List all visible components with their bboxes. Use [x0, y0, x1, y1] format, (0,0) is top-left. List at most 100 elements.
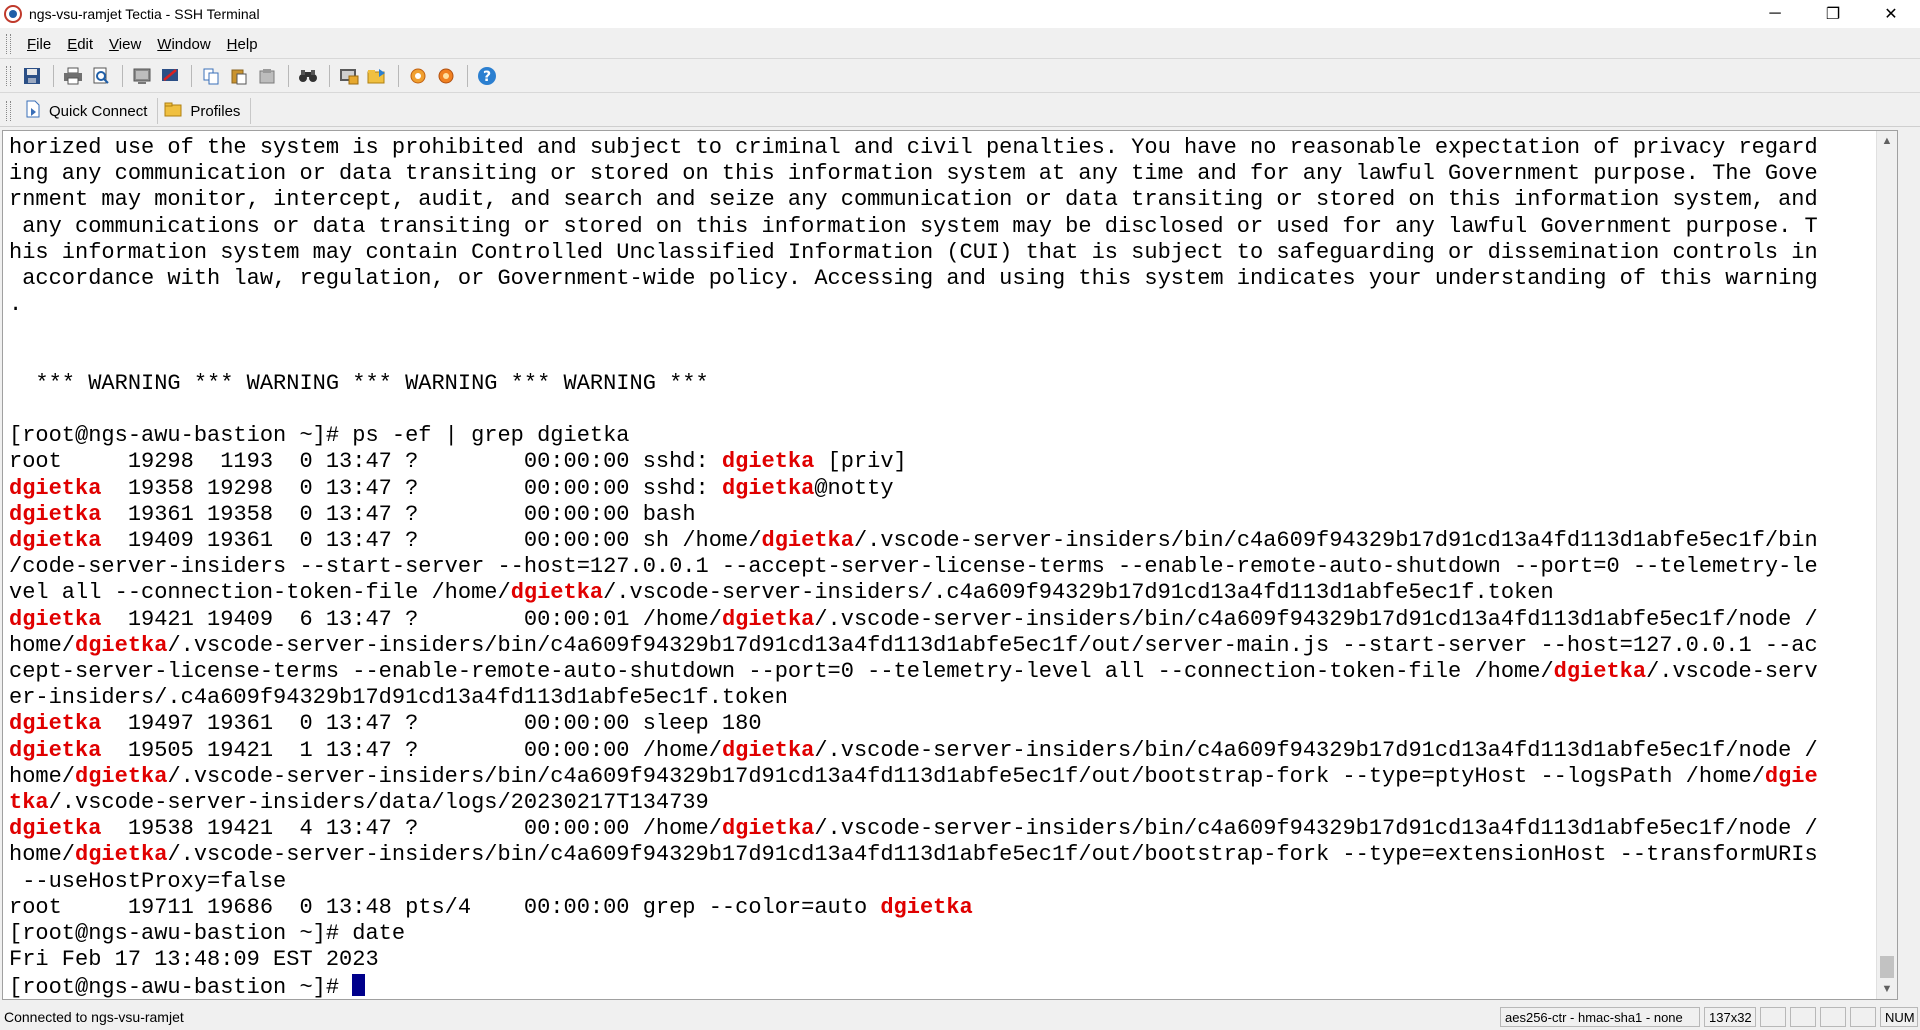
- status-bar: Connected to ngs-vsu-ramjet aes256-ctr -…: [0, 1004, 1920, 1030]
- help-icon[interactable]: ?: [474, 63, 500, 89]
- highlighted-match: dgietka: [721, 816, 815, 842]
- terminal-text: er-insiders/.c4a609f94329b17d91cd13a4fd1…: [9, 685, 788, 711]
- print-icon[interactable]: [60, 63, 86, 89]
- terminal-line: tka/.vscode-server-insiders/data/logs/20…: [9, 790, 709, 815]
- menubar-grip-handle[interactable]: [6, 34, 11, 54]
- terminal-text: [priv]: [814, 449, 907, 475]
- highlighted-match: dgietka: [75, 842, 168, 868]
- toolbar-separator: [53, 65, 54, 87]
- terminal-text: [root@ngs-awu-bastion ~]# ps -ef | grep …: [9, 423, 630, 449]
- terminal-output[interactable]: horized use of the system is prohibited …: [9, 135, 1818, 999]
- settings-icon[interactable]: [405, 63, 431, 89]
- paste-icon[interactable]: [226, 63, 252, 89]
- terminal-text: horized use of the system is prohibited …: [9, 135, 1818, 160]
- terminal-text: root 19298 1193 0 13:47 ? 00:00:00 sshd:: [9, 449, 722, 475]
- terminal-line: his information system may contain Contr…: [9, 240, 1818, 265]
- highlighted-match: dgietka: [510, 580, 604, 606]
- terminal-text: /.vscode-server-insiders/bin/c4a609f9432…: [167, 842, 1818, 868]
- menu-view[interactable]: View: [101, 36, 149, 53]
- terminal-text: /.vscode-server-insiders/bin/c4a609f9432…: [167, 763, 1765, 789]
- disconnect-icon[interactable]: [157, 63, 183, 89]
- terminal-text: 19409 19361 0 13:47 ? 00:00:00 sh /home/: [101, 528, 762, 554]
- terminal-text: /.vscode-server-insiders/data/logs/20230…: [48, 790, 709, 816]
- restore-button[interactable]: ❐: [1804, 0, 1862, 28]
- minimize-button[interactable]: ─: [1746, 0, 1804, 28]
- new-terminal-icon[interactable]: [129, 63, 155, 89]
- menu-window[interactable]: Window: [149, 36, 218, 53]
- profile-settings-icon[interactable]: [433, 63, 459, 89]
- menu-bar: File Edit View Window Help: [0, 30, 1920, 59]
- menu-edit[interactable]: Edit: [59, 36, 101, 53]
- terminal-line: root 19298 1193 0 13:47 ? 00:00:00 sshd:…: [9, 449, 907, 474]
- terminal-line: dgietka 19361 19358 0 13:47 ? 00:00:00 b…: [9, 502, 696, 527]
- terminal-line: --useHostProxy=false: [9, 869, 286, 894]
- close-button[interactable]: ✕: [1862, 0, 1920, 28]
- print-preview-icon[interactable]: [88, 63, 114, 89]
- terminal-text: @notty: [814, 475, 894, 501]
- toolbar-grip-handle[interactable]: [6, 66, 11, 86]
- save-icon[interactable]: [19, 63, 45, 89]
- terminal-line: cept-server-license-terms --enable-remot…: [9, 659, 1818, 684]
- new-file-transfer-icon[interactable]: [364, 63, 390, 89]
- highlighted-match: dgie: [1764, 763, 1818, 789]
- terminal-line: home/dgietka/.vscode-server-insiders/bin…: [9, 842, 1818, 867]
- terminal-text: vel all --connection-token-file /home/: [9, 580, 511, 606]
- terminal-text: Fri Feb 17 13:48:09 EST 2023: [9, 947, 379, 973]
- terminal-line: accordance with law, regulation, or Gove…: [9, 266, 1818, 291]
- paste-special-icon[interactable]: [254, 63, 280, 89]
- terminal-line: dgietka 19505 19421 1 13:47 ? 00:00:00 /…: [9, 738, 1818, 763]
- terminal-text: [root@ngs-awu-bastion ~]# date: [9, 921, 406, 947]
- vertical-scrollbar[interactable]: ▲ ▼: [1876, 131, 1897, 999]
- terminal-line: home/dgietka/.vscode-server-insiders/bin…: [9, 633, 1818, 658]
- quick-connect-bar: Quick Connect Profiles: [0, 96, 1920, 127]
- terminal-text: home/: [9, 763, 76, 789]
- highlighted-match: dgietka: [1553, 659, 1647, 685]
- terminal-line: dgietka 19358 19298 0 13:47 ? 00:00:00 s…: [9, 476, 894, 501]
- title-bar: ngs-vsu-ramjet Tectia - SSH Terminal ─ ❐…: [0, 0, 1920, 28]
- terminal-line: .: [9, 292, 22, 317]
- highlighted-match: dgietka: [721, 606, 815, 632]
- terminal-line: dgietka 19421 19409 6 13:47 ? 00:00:01 /…: [9, 607, 1818, 632]
- terminal-line: horized use of the system is prohibited …: [9, 135, 1818, 160]
- terminal-text: 19361 19358 0 13:47 ? 00:00:00 bash: [101, 501, 696, 527]
- scroll-down-arrow-icon[interactable]: ▼: [1877, 979, 1897, 999]
- terminal-text: /.vscode-server-insiders/bin/c4a609f9432…: [814, 606, 1818, 632]
- terminal-text: /.vscode-server-insiders/bin/c4a609f9432…: [814, 816, 1818, 842]
- terminal-line: any communications or data transiting or…: [9, 214, 1818, 239]
- terminal-text: /.vscode-server-insiders/bin/c4a609f9432…: [814, 737, 1818, 763]
- terminal-text: any communications or data transiting or…: [9, 213, 1818, 239]
- terminal-text: 19421 19409 6 13:47 ? 00:00:01 /home/: [101, 606, 722, 632]
- terminal-window[interactable]: horized use of the system is prohibited …: [2, 130, 1898, 1000]
- highlighted-match: dgietka: [9, 475, 102, 501]
- status-indicator-empty: [1850, 1007, 1876, 1027]
- terminal-line: root 19711 19686 0 13:48 pts/4 00:00:00 …: [9, 895, 973, 920]
- status-indicator-empty: [1760, 1007, 1786, 1027]
- menu-help[interactable]: Help: [219, 36, 266, 53]
- status-indicator-empty: [1820, 1007, 1846, 1027]
- terminal-text: /.vscode-server-insiders/bin/c4a609f9432…: [853, 528, 1818, 554]
- terminal-text: /.vscode-server-insiders/.c4a609f94329b1…: [603, 580, 1554, 606]
- copy-icon[interactable]: [198, 63, 224, 89]
- terminal-text: home/: [9, 632, 76, 658]
- highlighted-match: dgietka: [9, 816, 102, 842]
- terminal-text: .: [9, 292, 23, 318]
- scrollbar-thumb[interactable]: [1880, 956, 1894, 978]
- menu-file[interactable]: File: [19, 36, 59, 53]
- highlighted-match: dgietka: [75, 763, 168, 789]
- terminal-text: 19505 19421 1 13:47 ? 00:00:00 /home/: [101, 737, 722, 763]
- file-transfer-icon[interactable]: [336, 63, 362, 89]
- terminal-text: 19358 19298 0 13:47 ? 00:00:00 sshd:: [101, 475, 722, 501]
- terminal-text: --useHostProxy=false: [9, 868, 287, 894]
- toolbar-separator: [288, 65, 289, 87]
- tectia-app-icon[interactable]: [4, 5, 22, 23]
- profiles-button[interactable]: Profiles: [158, 98, 252, 124]
- terminal-line: home/dgietka/.vscode-server-insiders/bin…: [9, 764, 1818, 789]
- highlighted-match: dgietka: [9, 737, 102, 763]
- scroll-up-arrow-icon[interactable]: ▲: [1877, 131, 1897, 151]
- folder-icon: [164, 101, 182, 121]
- find-icon[interactable]: [295, 63, 321, 89]
- terminal-text: 19497 19361 0 13:47 ? 00:00:00 sleep 180: [101, 711, 762, 737]
- quick-connect-button[interactable]: Quick Connect: [19, 98, 159, 124]
- quickbar-grip-handle[interactable]: [6, 101, 11, 121]
- terminal-text: cept-server-license-terms --enable-remot…: [9, 659, 1554, 685]
